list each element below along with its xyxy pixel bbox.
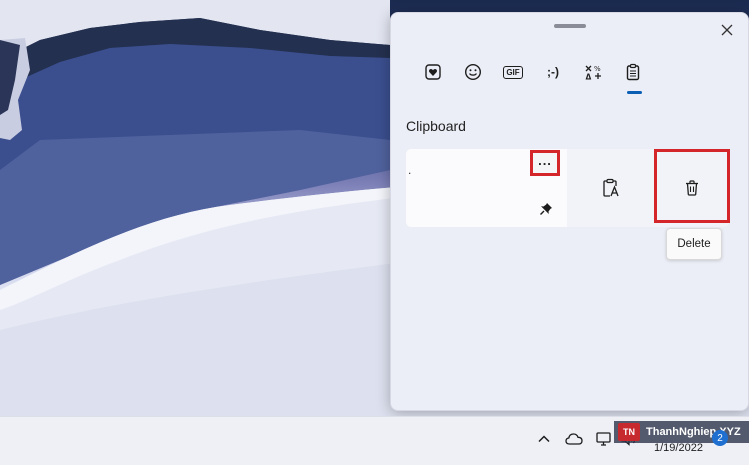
paste-as-text-icon (603, 178, 619, 197)
close-icon (721, 24, 733, 36)
onedrive-button[interactable] (565, 430, 583, 448)
display-icon (596, 432, 611, 446)
pin-icon (540, 203, 552, 215)
section-title-clipboard: Clipboard (406, 118, 466, 134)
clipboard-tab[interactable] (613, 60, 653, 94)
gif-label: GIF (503, 65, 523, 79)
paste-as-text-button[interactable] (567, 149, 655, 227)
show-hidden-icons-button[interactable] (535, 430, 553, 448)
symbols-icon: % Δ (586, 65, 601, 82)
kaomoji-tab[interactable]: ;-) (533, 60, 573, 84)
emoji-clipboard-panel: GIF ;-) % Δ Clipboard . ... Delete (390, 12, 749, 411)
kaomoji-smiley-tab[interactable] (453, 60, 493, 84)
heart-emoji-icon (425, 64, 441, 80)
trash-icon (686, 180, 698, 196)
smiley-icon (464, 63, 482, 81)
kaomoji-label: ;-) (547, 65, 559, 79)
clipboard-item[interactable]: . ... (406, 149, 567, 227)
symbols-tab[interactable]: % Δ (573, 60, 613, 84)
clipboard-item-text: . (408, 163, 412, 177)
pin-button[interactable] (537, 200, 555, 218)
gif-tab[interactable]: GIF (493, 60, 533, 84)
notification-badge[interactable]: 2 (712, 430, 728, 446)
panel-tabs: GIF ;-) % Δ (413, 60, 653, 94)
clock-date[interactable]: 1/19/2022 (654, 442, 703, 454)
svg-text:%: % (594, 65, 601, 73)
watermark: TN ThanhNghiep.XYZ (614, 421, 749, 443)
chevron-up-icon (538, 435, 550, 443)
network-button[interactable] (596, 430, 614, 448)
delete-tooltip: Delete (666, 228, 722, 260)
clipboard-icon (626, 63, 640, 81)
svg-text:Δ: Δ (586, 73, 592, 82)
more-options-button[interactable]: ... (530, 150, 560, 176)
drag-handle[interactable] (554, 24, 586, 28)
cloud-icon (565, 433, 583, 445)
emoji-tab[interactable] (413, 60, 453, 84)
delete-button[interactable] (655, 149, 729, 227)
watermark-logo: TN (618, 423, 640, 441)
close-button[interactable] (716, 19, 738, 41)
